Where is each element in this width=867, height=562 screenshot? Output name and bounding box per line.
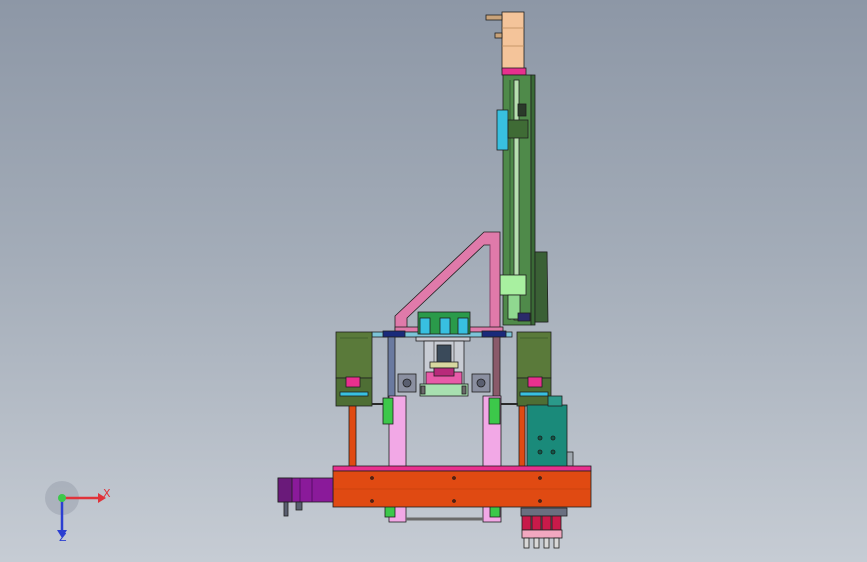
press-base — [419, 383, 469, 397]
motor-connector — [485, 14, 503, 21]
center-press-unit[interactable] — [415, 311, 471, 397]
left-module-housing — [335, 331, 373, 379]
crossbar-clamp-right — [481, 330, 507, 338]
column-carriage — [499, 274, 527, 296]
base-beam[interactable] — [332, 465, 592, 508]
column-sensor — [496, 109, 509, 151]
crossbar-clamp-left — [382, 330, 406, 338]
left-side-module[interactable] — [335, 331, 390, 469]
top-servo-motor — [501, 11, 525, 71]
right-module-housing — [516, 331, 552, 379]
x-axis-label: X — [103, 487, 111, 500]
left-module-leg — [348, 405, 357, 469]
y-axis-arrow-icon — [58, 494, 66, 502]
cad-graphics-viewport[interactable]: X Z — [0, 0, 867, 562]
assembly-model[interactable] — [0, 0, 867, 562]
base-magenta-strip — [332, 465, 592, 472]
z-axis-label: Z — [59, 531, 67, 544]
orientation-triad[interactable]: X Z — [40, 478, 120, 548]
purple-drive-motor[interactable] — [277, 477, 334, 517]
column-bracket — [507, 119, 529, 139]
right-module-leg — [518, 405, 526, 469]
motor-flange — [501, 67, 527, 76]
gearbox-motor[interactable] — [526, 395, 574, 468]
cylinder-bank[interactable] — [520, 507, 568, 549]
